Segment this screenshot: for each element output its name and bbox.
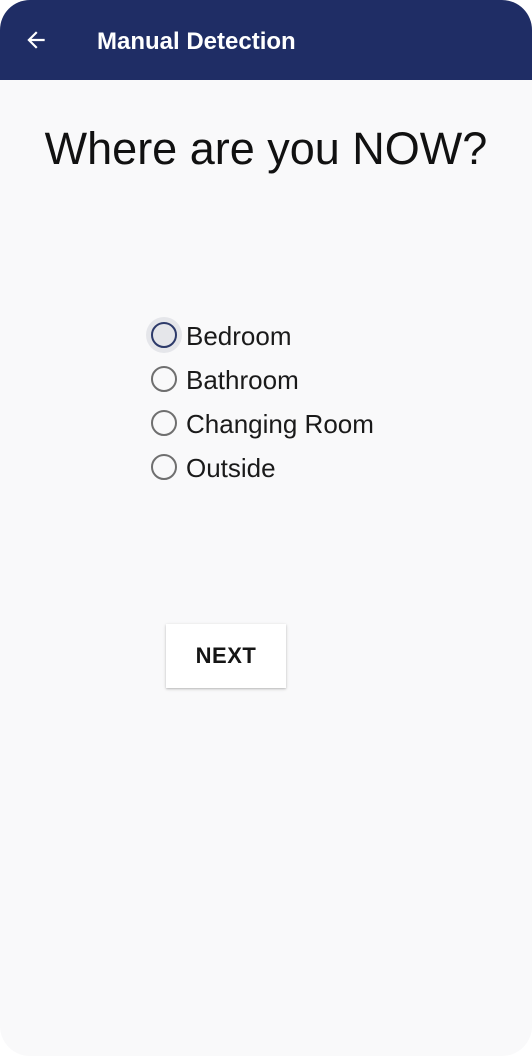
radio-label: Changing Room [186,409,374,439]
radio-option-bathroom[interactable]: Bathroom [146,357,446,401]
location-radio-group: Bedroom Bathroom Changing Room Outside [146,313,446,489]
radio-option-outside[interactable]: Outside [146,445,446,489]
radio-button[interactable] [151,322,177,348]
app-bar-title: Manual Detection [97,28,296,55]
radio-label: Bedroom [186,321,292,351]
next-button[interactable]: NEXT [166,624,286,688]
arrow-left-icon [27,31,45,49]
back-button[interactable] [16,20,56,60]
radio-option-changing-room[interactable]: Changing Room [146,401,446,445]
radio-button[interactable] [151,410,177,436]
radio-label: Outside [186,453,276,483]
radio-button[interactable] [151,366,177,392]
app-bar: Manual Detection [0,0,532,80]
screen: Manual Detection Where are you NOW? Bedr… [0,0,532,1056]
question-heading: Where are you NOW? [44,123,488,174]
radio-label: Bathroom [186,365,299,395]
radio-option-bedroom[interactable]: Bedroom [146,313,446,357]
radio-button[interactable] [151,454,177,480]
